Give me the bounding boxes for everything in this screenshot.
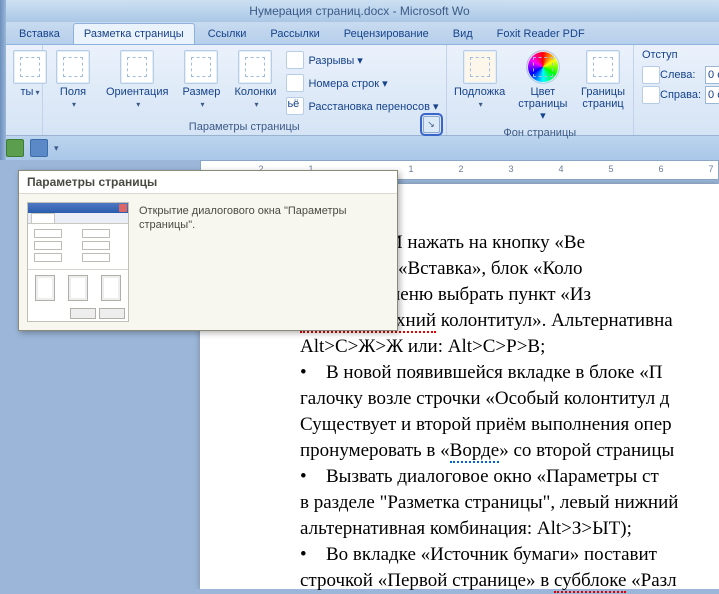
size-button[interactable]: Размер▾	[175, 47, 227, 114]
line-numbers-icon	[286, 74, 304, 92]
hyphenation-icon: ьё	[286, 97, 304, 115]
breaks-icon	[286, 51, 304, 69]
page-setup-launcher[interactable]: ↘	[423, 116, 440, 133]
indent-left-input[interactable]: 0 см▲▼	[705, 66, 719, 84]
title-bar: Нумерация страниц.docx - Microsoft Wo	[0, 0, 719, 22]
indent-heading: Отступ	[642, 49, 678, 61]
line-numbers-button[interactable]: Номера строк ▾	[283, 72, 441, 94]
indent-left-icon	[642, 66, 660, 84]
page-borders-button[interactable]: Границыстраниц	[577, 47, 629, 113]
breaks-button[interactable]: Разрывы ▾	[283, 49, 441, 71]
page-setup-tooltip: Параметры страницы Открытие диалогового …	[18, 170, 398, 331]
page-color-button[interactable]: Цветстраницы ▾	[511, 47, 575, 125]
tooltip-thumbnail	[27, 202, 129, 322]
qat-icon-1[interactable]	[6, 139, 24, 157]
orientation-button[interactable]: Ориентация▾	[101, 47, 173, 114]
tab-review[interactable]: Рецензирование	[333, 23, 440, 44]
tab-insert[interactable]: Вставка	[8, 23, 71, 44]
group-page-setup-label: Параметры страницы	[189, 121, 300, 133]
indent-left-label: Слева:	[660, 69, 701, 81]
tab-page-layout[interactable]: Разметка страницы	[73, 23, 195, 44]
tab-references[interactable]: Ссылки	[197, 23, 258, 44]
margins-button[interactable]: Поля▾	[47, 47, 99, 114]
indent-right-icon	[642, 86, 660, 104]
ribbon: ты▾ Поля▾ Ориентация▾ Размер▾ Колонки▾	[0, 45, 719, 136]
ribbon-tabs: Вставка Разметка страницы Ссылки Рассылк…	[0, 22, 719, 45]
qat-customize[interactable]: ▾	[54, 143, 59, 154]
columns-button[interactable]: Колонки▾	[229, 47, 281, 114]
tab-view[interactable]: Вид	[442, 23, 484, 44]
hyphenation-button[interactable]: ьёРасстановка переносов ▾	[283, 95, 441, 117]
tooltip-title: Параметры страницы	[19, 171, 397, 194]
tooltip-text: Открытие диалогового окна "Параметры стр…	[139, 202, 389, 322]
tab-foxit[interactable]: Foxit Reader PDF	[486, 23, 596, 44]
tab-mailings[interactable]: Рассылки	[259, 23, 330, 44]
indent-right-input[interactable]: 0 см▲▼	[705, 86, 719, 104]
qat-icon-2[interactable]	[30, 139, 48, 157]
watermark-button[interactable]: Подложка▾	[451, 47, 509, 114]
group-page-background-label: Фон страницы	[451, 125, 629, 141]
indent-right-label: Справа:	[660, 89, 701, 101]
